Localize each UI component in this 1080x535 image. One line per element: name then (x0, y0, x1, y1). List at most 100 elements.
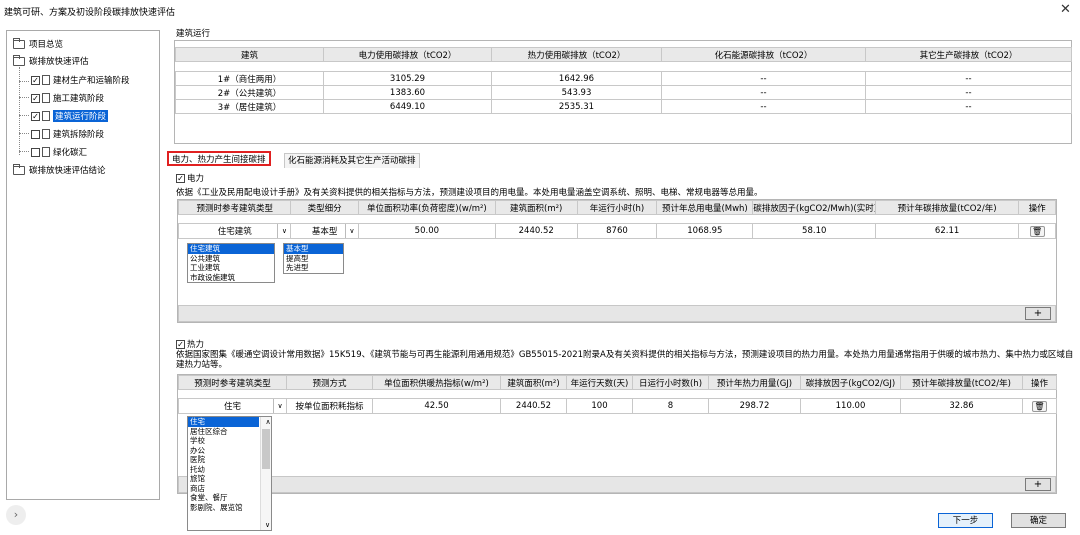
column-header: 其它生产碳排放（tCO2） (865, 47, 1072, 62)
dropdown-option[interactable]: 基本型 (284, 244, 343, 254)
area-input[interactable]: 2440.52 (500, 398, 567, 414)
table-header-row: 预测时参考建筑类型 预测方式 单位面积供暖热指标(w/m²) 建筑面积(m²) … (178, 375, 1057, 390)
prediction-method-value[interactable]: 按单位面积耗指标 (286, 398, 373, 414)
next-button[interactable]: 下一步 (938, 513, 993, 528)
add-row-button[interactable]: + (1025, 478, 1051, 491)
table-row[interactable]: 住宅建筑 ∨ 基本型 ∨ 50.00 2440.52 8760 1068.95 58… (177, 223, 1056, 239)
power-density-input[interactable]: 50.00 (357, 223, 496, 239)
heat-building-type-select[interactable]: 住宅 ∨ (178, 398, 287, 414)
expand-panel-button[interactable]: › (6, 505, 26, 525)
trash-icon[interactable]: 🗑 (1032, 400, 1047, 412)
checkbox-checked[interactable]: ✓ (31, 75, 40, 85)
dropdown-option[interactable]: 托幼 (188, 465, 271, 475)
annual-heat-value: 298.72 (708, 398, 801, 414)
building-type-dropdown: 住宅建筑 公共建筑 工业建筑 市政设施建筑 (187, 243, 275, 283)
add-row-button[interactable]: + (1025, 307, 1051, 320)
column-header: 碳排放因子(kgCO2/Mwh)(实时) (752, 200, 877, 215)
dropdown-option[interactable]: 提高型 (284, 254, 343, 264)
document-icon (42, 111, 50, 121)
dropdown-option[interactable]: 住宅 (188, 417, 259, 427)
heat-index-input[interactable]: 42.50 (372, 398, 501, 414)
chevron-up-icon[interactable]: ∧ (263, 417, 271, 427)
table-spacer (179, 390, 1057, 399)
dropdown-option[interactable]: 市政设施建筑 (188, 273, 274, 283)
dropdown-option[interactable]: 工业建筑 (188, 263, 274, 273)
table-row[interactable]: 2#（公共建筑） 1383.60 543.93 -- -- (175, 85, 1072, 100)
subtype-dropdown: 基本型 提高型 先进型 (283, 243, 344, 274)
tree-item-label: 建筑拆除阶段 (53, 130, 105, 140)
tree-item-green-carbon-sink[interactable]: 绿化碳汇 (31, 144, 87, 160)
column-header: 碳排放因子(kgCO2/GJ) (800, 375, 901, 390)
daily-hours-input[interactable]: 8 (632, 398, 709, 414)
building-type-select[interactable]: 住宅建筑 ∨ (177, 223, 292, 239)
dropdown-option[interactable]: 影剧院、展览馆 (188, 503, 271, 513)
tab-fossil-energy[interactable]: 化石能源消耗及其它生产活动碳排 (284, 153, 420, 168)
tree-guide-line (19, 151, 29, 152)
table-spacer (176, 62, 1072, 72)
days-input[interactable]: 100 (566, 398, 633, 414)
column-header: 电力使用碳排放（tCO2） (323, 47, 492, 62)
checkbox-checked[interactable]: ✓ (31, 111, 40, 121)
heat-toggle[interactable]: ✓ 热力 (176, 338, 204, 350)
tab-electricity-heat[interactable]: 电力、热力产生间接碳排 (167, 151, 271, 166)
table-row[interactable]: 1#（商住两用） 3105.29 1642.96 -- -- (175, 71, 1072, 86)
chevron-down-icon[interactable]: ∨ (277, 224, 289, 238)
tree-item-label: 碳排放快速评估结论 (29, 166, 106, 176)
dropdown-option[interactable]: 医院 (188, 455, 271, 465)
dropdown-option[interactable]: 公共建筑 (188, 254, 274, 264)
tree-item-construction-stage[interactable]: ✓ 施工建筑阶段 (31, 90, 104, 106)
column-header: 年运行天数(天) (566, 375, 633, 390)
tree-guide-line (19, 133, 29, 134)
table-row[interactable]: 住宅 ∨ 按单位面积耗指标 42.50 2440.52 100 8 298.72 … (178, 398, 1057, 414)
chevron-down-icon[interactable]: ∨ (273, 399, 286, 413)
checkbox-checked[interactable]: ✓ (31, 93, 40, 103)
tree-item-material-stage[interactable]: ✓ 建材生产和运输阶段 (31, 72, 130, 88)
scrollbar-thumb[interactable] (262, 429, 270, 469)
dropdown-option[interactable]: 先进型 (284, 263, 343, 273)
dropdown-option[interactable]: 食堂、餐厅 (188, 493, 271, 503)
chevron-down-icon[interactable]: ∨ (344, 224, 357, 238)
annual-power-value: 1068.95 (656, 223, 754, 239)
tree-item-demolition-stage[interactable]: 建筑拆除阶段 (31, 126, 104, 142)
checkbox-unchecked[interactable] (31, 147, 40, 157)
electricity-toggle[interactable]: ✓ 电力 (176, 172, 204, 184)
table-cell: 6449.10 (323, 99, 492, 114)
dropdown-option[interactable]: 办公 (188, 446, 271, 456)
hours-input[interactable]: 8760 (576, 223, 658, 239)
annual-emission-value: 62.11 (875, 223, 1020, 239)
folder-icon (13, 54, 25, 66)
dropdown-option[interactable]: 住宅建筑 (188, 244, 274, 254)
column-header: 建筑面积(m²) (494, 200, 578, 215)
checkbox-checked[interactable]: ✓ (176, 339, 185, 349)
subtype-select[interactable]: 基本型 ∨ (290, 223, 359, 239)
row-actions: 🗑 (1018, 223, 1056, 239)
tree-item-project-overview[interactable]: 项目总览 (13, 36, 63, 52)
document-icon (42, 75, 50, 85)
dropdown-option[interactable]: 居住区综合 (188, 427, 271, 437)
column-header: 预计年热力用量(GJ) (708, 375, 801, 390)
table-cell: -- (661, 85, 866, 100)
tree-item-conclusion[interactable]: 碳排放快速评估结论 (13, 162, 106, 178)
electricity-footer-bar: + (178, 305, 1056, 322)
dropdown-option[interactable]: 旅馆 (188, 474, 271, 484)
trash-icon[interactable]: 🗑 (1029, 225, 1045, 237)
checkbox-unchecked[interactable] (31, 129, 40, 139)
emission-factor-value: 58.10 (752, 223, 877, 239)
tree-item-operation-stage[interactable]: ✓ 建筑运行阶段 (31, 108, 109, 124)
chevron-down-icon[interactable]: ∨ (261, 520, 271, 530)
window-title: 建筑可研、方案及初设阶段碳排放快速评估 (4, 8, 176, 18)
area-input[interactable]: 2440.52 (494, 223, 578, 239)
dropdown-scrollbar[interactable]: ∧ ∨ (260, 417, 271, 530)
dropdown-option[interactable]: 商店 (188, 484, 271, 494)
tree-item-label: 施工建筑阶段 (53, 94, 105, 104)
column-header: 预计年总用电量(Mwh) (656, 200, 754, 215)
table-row[interactable]: 3#（居住建筑） 6449.10 2535.31 -- -- (175, 99, 1072, 114)
dropdown-option[interactable]: 学校 (188, 436, 271, 446)
ok-button[interactable]: 确定 (1011, 513, 1066, 528)
table-cell: -- (865, 71, 1072, 86)
close-icon[interactable]: ✕ (1060, 2, 1071, 17)
table-cell: 3105.29 (323, 71, 492, 86)
table-spacer (179, 215, 1056, 224)
checkbox-checked[interactable]: ✓ (176, 173, 185, 183)
tree-item-quick-assessment[interactable]: 碳排放快速评估 (13, 53, 89, 69)
